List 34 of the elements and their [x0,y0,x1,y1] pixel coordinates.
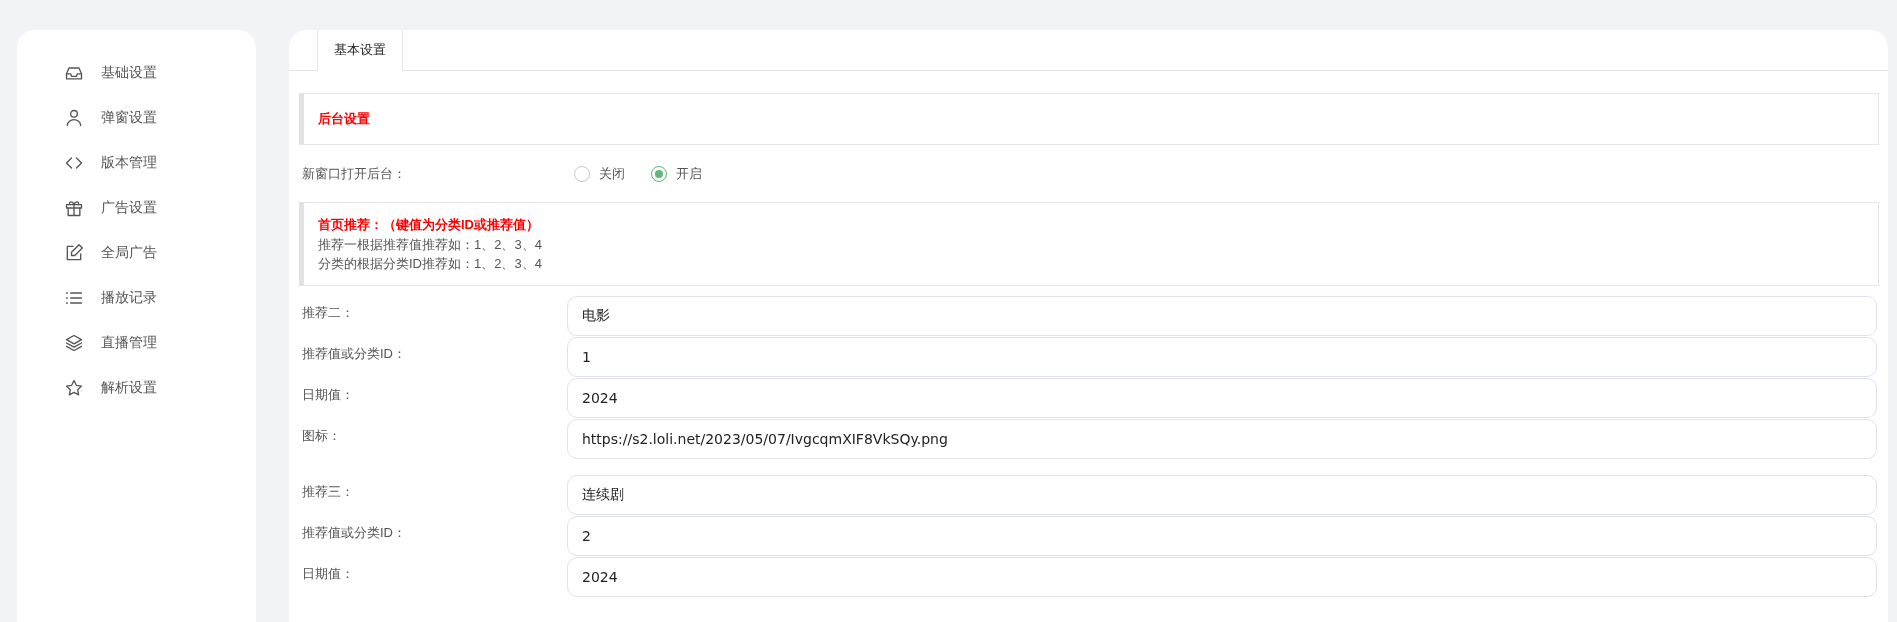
input-field[interactable]: https://s2.loli.net/2023/05/07/IvgcqmXIF8VkSQy.png [567,419,1877,459]
field-label: 推荐二： [302,304,355,322]
input-field[interactable]: 1 [567,337,1877,377]
input-field[interactable]: 2 [567,516,1877,556]
sidebar-menu-item[interactable]: 全局广告 [17,230,256,275]
notice-title: 后台设置 [318,110,371,128]
field-label: 日期值： [302,565,355,583]
input-field[interactable]: 连续剧 [567,475,1877,515]
radio-label[interactable]: 开启 [676,164,702,183]
field-label: 推荐三： [302,483,355,501]
notice-title: 首页推荐：（键值为分类ID或推荐值） [318,216,540,234]
sidebar-menu-item[interactable]: 基础设置 [17,50,256,95]
sidebar-menu-item[interactable]: 版本管理 [17,140,256,185]
field-label: 新窗口打开后台： [302,164,407,183]
edit-icon [64,242,84,263]
input-field[interactable]: 电影 [567,296,1877,336]
field-label: 日期值： [302,386,355,404]
field-label: 图标： [302,427,342,445]
field-label: 推荐值或分类ID： [302,524,407,542]
star-icon [64,377,84,398]
notice-text: 推荐一根据推荐值推荐如：1、2、3、4 [318,236,543,254]
input-field[interactable]: 2024 [567,557,1877,597]
sidebar-menu-item[interactable]: 解析设置 [17,365,256,410]
radio-label[interactable]: 关闭 [599,164,625,183]
notice-text: 分类的根据分类ID推荐如：1、2、3、4 [318,255,543,273]
sidebar-menu-item[interactable]: 弹窗设置 [17,95,256,140]
sidebar-menu-item[interactable]: 播放记录 [17,275,256,320]
input-field[interactable]: 2024 [567,378,1877,418]
sidebar-menu-item[interactable]: 广告设置 [17,185,256,230]
tab[interactable]: 基本设置 [317,30,403,71]
user-icon [64,107,84,128]
sidebar-menu-item[interactable]: 直播管理 [17,320,256,365]
layers-icon [64,332,84,353]
field-label: 推荐值或分类ID： [302,345,407,363]
